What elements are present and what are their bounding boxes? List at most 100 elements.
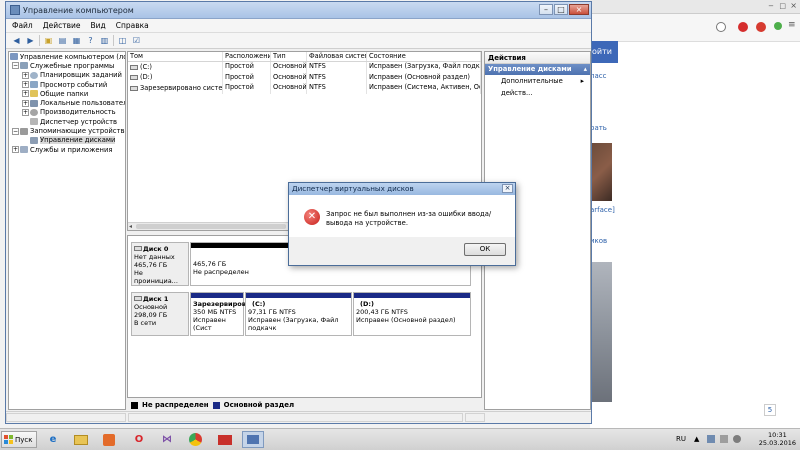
browser-login-button[interactable]: ойти xyxy=(590,41,618,63)
collapse-icon[interactable]: − xyxy=(12,62,19,70)
volume-layout: Простой xyxy=(223,62,271,73)
adblock-icon[interactable] xyxy=(738,22,748,32)
expand-icon[interactable]: + xyxy=(22,108,29,116)
help-icon[interactable]: ? xyxy=(85,35,96,46)
disk-properties-icon[interactable]: ◫ xyxy=(117,35,128,46)
actions-section[interactable]: Управление дисками ▴ xyxy=(485,64,590,75)
menu-action[interactable]: Действие xyxy=(43,21,81,30)
column-header-volume[interactable]: Том xyxy=(128,52,223,61)
browser-menu-icon[interactable]: ≡ xyxy=(788,20,796,30)
tree-item-label: Службы и приложения xyxy=(30,145,113,154)
visual-studio-icon[interactable]: ⋈ xyxy=(156,431,178,448)
submenu-arrow-icon: ▸ xyxy=(580,77,584,85)
page-counter[interactable]: 5 xyxy=(764,404,776,416)
tree-item-performance[interactable]: + Производительность xyxy=(9,108,125,117)
expand-icon[interactable]: + xyxy=(12,146,19,154)
disk-state: В сети xyxy=(134,319,157,327)
legend-swatch-unallocated xyxy=(131,401,138,409)
tree-item-local-users[interactable]: + Локальные пользовател xyxy=(9,98,125,107)
tree-item-storage[interactable]: − Запоминающие устройства xyxy=(9,126,125,135)
ok-button[interactable]: ОК xyxy=(464,243,506,256)
column-header-filesystem[interactable]: Файловая система xyxy=(307,52,367,61)
column-header-status[interactable]: Состояние xyxy=(367,52,481,61)
menu-view[interactable]: Вид xyxy=(90,21,105,30)
abp-extension-icon[interactable] xyxy=(756,22,766,32)
opera-icon[interactable]: O xyxy=(128,431,150,448)
partition-d[interactable]: (D:) 200,43 ГБ NTFS Исправен (Основной р… xyxy=(353,292,471,336)
expand-icon[interactable]: + xyxy=(22,99,29,107)
minimize-button[interactable]: – xyxy=(539,4,553,15)
volume-filesystem: NTFS xyxy=(307,62,367,73)
status-pane xyxy=(465,413,485,422)
forward-icon[interactable]: ▶ xyxy=(25,35,36,46)
browser-maximize-button[interactable]: □ xyxy=(779,2,786,10)
start-button[interactable]: Пуск xyxy=(1,431,37,448)
column-header-type[interactable]: Тип xyxy=(271,52,307,61)
action-center-icon[interactable] xyxy=(720,435,728,443)
disk-info[interactable]: Диск 0 Нет данных 465,76 ГБ Не проинициа… xyxy=(131,242,189,286)
more-actions-item[interactable]: Дополнительные действ... ▸ xyxy=(485,75,590,97)
disk-info[interactable]: Диск 1 Основной 298,09 ГБ В сети xyxy=(131,292,189,336)
close-button[interactable]: × xyxy=(569,4,589,15)
column-header-layout[interactable]: Расположение xyxy=(223,52,271,61)
table-row[interactable]: Зарезервировано системой Простой Основно… xyxy=(128,83,481,94)
tree-item-device-manager[interactable]: Диспетчер устройств xyxy=(9,117,125,126)
language-indicator[interactable]: RU xyxy=(676,435,686,443)
computer-management-icon[interactable] xyxy=(242,431,264,448)
browser-text-snippet: ласс xyxy=(590,72,612,80)
collapse-arrow-icon[interactable]: ▴ xyxy=(584,64,587,75)
disk-row: Диск 1 Основной 298,09 ГБ В сети Зарезер… xyxy=(131,292,471,336)
toolbox-icon[interactable] xyxy=(214,431,236,448)
dialog-body: ✕ Запрос не был выполнен из-за ошибки вв… xyxy=(289,195,515,237)
browser-close-button[interactable]: × xyxy=(790,1,797,10)
media-player-icon[interactable] xyxy=(98,431,120,448)
ie-icon[interactable]: e xyxy=(42,431,64,448)
properties-icon[interactable]: ▦ xyxy=(71,35,82,46)
browser-image xyxy=(590,143,612,201)
collapse-icon[interactable]: − xyxy=(12,127,19,135)
partition-size: 97,31 ГБ NTFS xyxy=(248,308,296,316)
volume-icon[interactable] xyxy=(733,435,741,443)
menu-help[interactable]: Справка xyxy=(116,21,149,30)
tree-item-shared-folders[interactable]: + Общие папки xyxy=(9,89,125,98)
toolbar-separator xyxy=(113,35,114,46)
show-tree-icon[interactable]: ▤ xyxy=(57,35,68,46)
expand-icon[interactable]: + xyxy=(22,90,29,98)
tray-expand-icon[interactable]: ▲ xyxy=(694,435,702,443)
maximize-button[interactable]: □ xyxy=(554,4,568,15)
tree-item-task-scheduler[interactable]: + Планировщик заданий xyxy=(9,71,125,80)
toolbar-separator xyxy=(39,35,40,46)
browser-image xyxy=(590,262,612,402)
expand-icon[interactable]: + xyxy=(22,81,29,89)
storage-icon xyxy=(20,127,28,135)
export-list-icon[interactable]: ▥ xyxy=(99,35,110,46)
scrollbar-thumb[interactable] xyxy=(136,224,286,229)
menu-file[interactable]: Файл xyxy=(12,21,33,30)
tree-item-services-apps[interactable]: + Службы и приложения xyxy=(9,145,125,154)
explorer-icon[interactable] xyxy=(70,431,92,448)
tree-root[interactable]: Управление компьютером (лока xyxy=(9,52,125,61)
tree-item-disk-management[interactable]: Управление дисками xyxy=(9,136,125,145)
extension-icon[interactable] xyxy=(774,22,782,30)
network-icon[interactable] xyxy=(707,435,715,443)
up-folder-icon[interactable]: ▣ xyxy=(43,35,54,46)
browser-minimize-button[interactable]: − xyxy=(768,2,774,10)
table-row[interactable]: (C:) Простой Основной NTFS Исправен (Заг… xyxy=(128,62,481,73)
partition-reserved[interactable]: Зарезервиров 350 МБ NTFS Исправен (Сист xyxy=(190,292,246,336)
disk-check-icon[interactable]: ☑ xyxy=(131,35,142,46)
disk-management-icon xyxy=(30,136,38,144)
bookmark-star-icon[interactable] xyxy=(716,22,726,32)
tree-item-system-tools[interactable]: − Служебные программы xyxy=(9,61,125,70)
partition-c[interactable]: (C:) 97,31 ГБ NTFS Исправен (Загрузка, Ф… xyxy=(245,292,352,336)
back-icon[interactable]: ◀ xyxy=(11,35,22,46)
table-row[interactable]: (D:) Простой Основной NTFS Исправен (Осн… xyxy=(128,72,481,83)
scroll-left-icon[interactable]: ◂ xyxy=(129,223,132,230)
clock[interactable]: 10:31 25.03.2016 xyxy=(759,431,796,449)
tree-item-event-viewer[interactable]: + Просмотр событий xyxy=(9,80,125,89)
tree-item-label: Планировщик заданий xyxy=(40,71,122,80)
browser-text-snippet: рать xyxy=(590,124,612,132)
dialog-close-button[interactable]: × xyxy=(502,184,513,193)
chrome-icon[interactable] xyxy=(184,431,206,448)
expand-icon[interactable]: + xyxy=(22,71,29,79)
disk-icon xyxy=(134,246,142,251)
